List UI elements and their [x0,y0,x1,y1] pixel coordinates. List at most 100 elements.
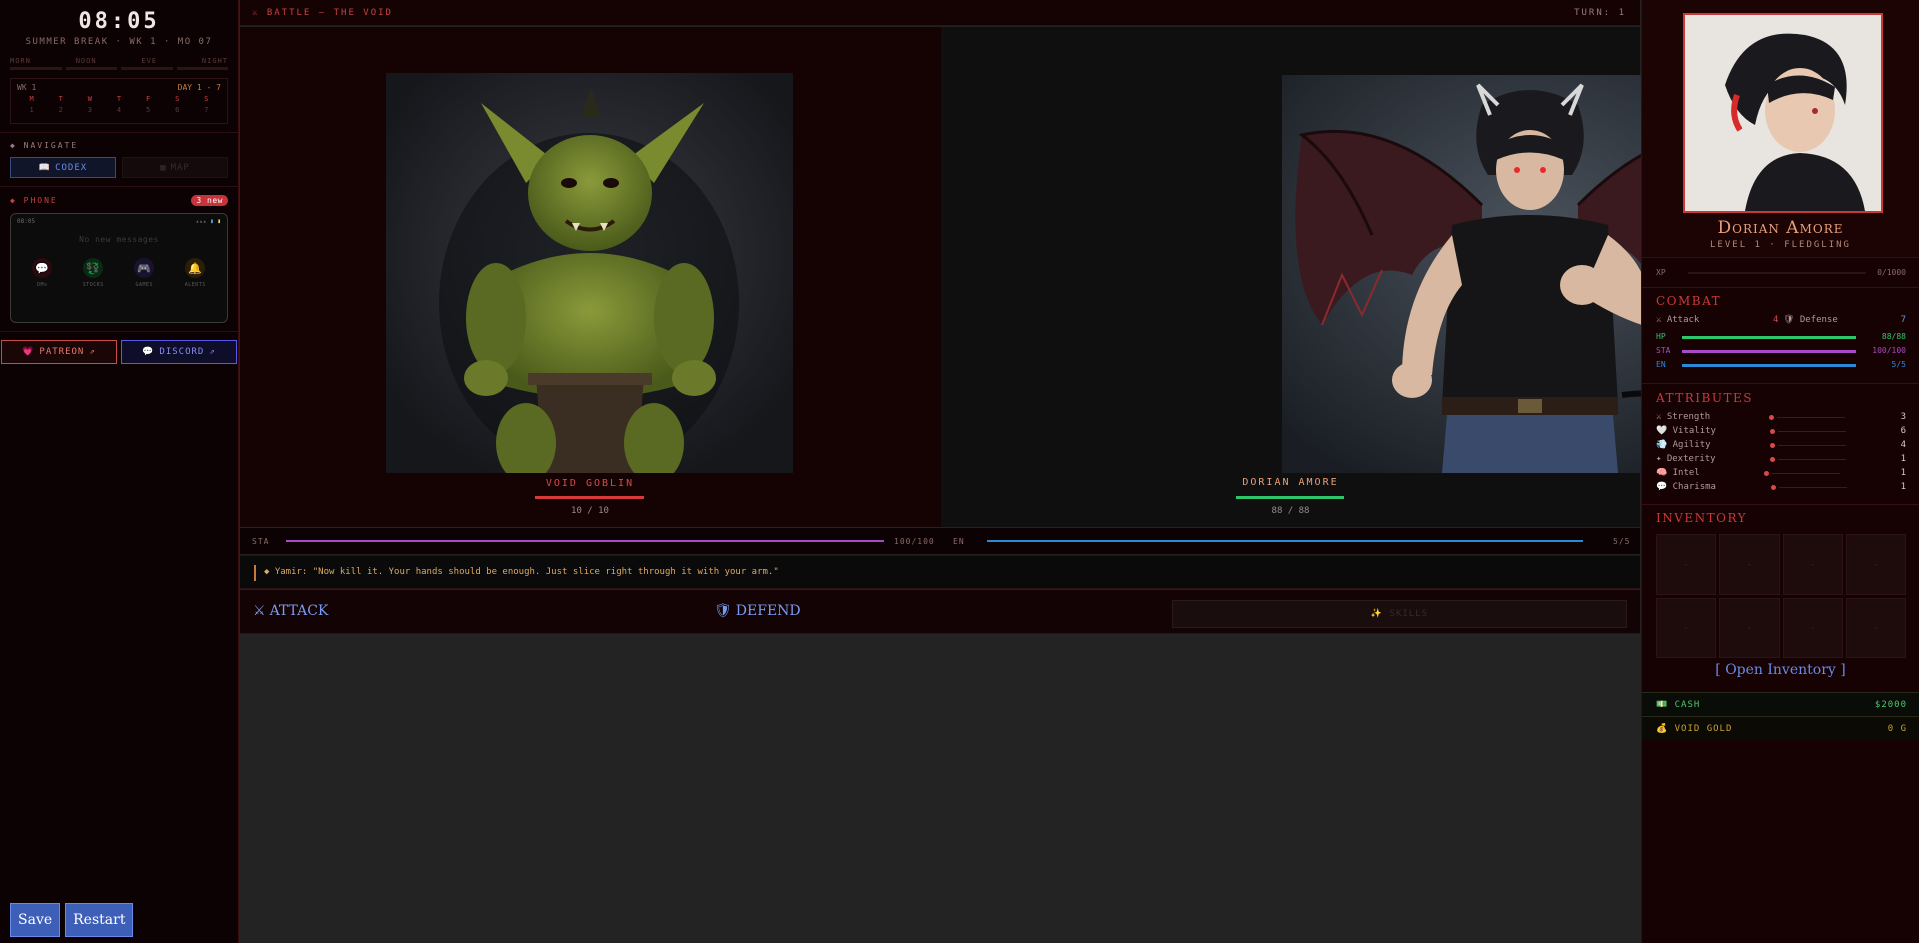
inventory-slot[interactable]: - [1782,534,1843,595]
app-alerts[interactable]: 🔔 ALERTS [185,258,206,288]
patreon-button[interactable]: 💗 PATREON ⇗ [1,340,117,364]
weekday: S [175,95,180,103]
inventory-slot[interactable]: - [1845,597,1906,658]
phone-statusbar: 08:05 ▴▴▴ ▮ ▮ [17,218,221,225]
attribute-track [1778,445,1846,446]
battle-panel: ⚔ BATTLE — THE VOID TURN: 1 VOID GOBLIN … [240,0,1778,943]
attribute-value: 1 [1900,468,1906,478]
day-num: 2 [58,106,63,114]
app-stocks[interactable]: 💱 STOCKS [83,258,104,288]
attribute-dot [1771,485,1776,490]
clock-subtitle: SUMMER BREAK · WK 1 · MO 07 [25,37,213,47]
cash-row: 💵 CASH $2000 [1642,692,1919,715]
phone-time: 08:05 [17,218,36,225]
enemy-portrait[interactable] [386,73,793,473]
attribute-value: 1 [1900,482,1906,492]
battery-icon: ▮ [217,218,221,225]
save-button[interactable]: Save [10,903,61,937]
inventory-slot[interactable]: - [1719,534,1780,595]
phone-widget[interactable]: 08:05 ▴▴▴ ▮ ▮ No new messages 💬 DMs 💱 ST… [10,213,228,323]
game-buttons: Save Restart [10,903,134,937]
app-games[interactable]: 🎮 GAMES [134,258,155,288]
swords-icon: ⚔ [253,603,266,619]
inventory-slot[interactable]: - [1656,534,1717,595]
sta-bar [286,540,884,542]
map-button[interactable]: ▦ MAP [122,157,228,178]
attribute-track [1772,473,1840,474]
right-sidebar: Dorian Amore LEVEL 1 · FLEDGLING XP 0/10… [1641,0,1919,943]
day-num: 3 [87,106,92,114]
attributes-heading: ATTRIBUTES [1656,391,1753,405]
player-hp-text: 88 / 88 [1271,506,1310,516]
skills-button[interactable]: ✨ SKILLS [1172,600,1627,628]
void-gold-row: 💰 VOID GOLD 0 G [1642,716,1919,739]
shield-icon: 🛡 [714,603,732,619]
attribute-track [1778,459,1846,460]
open-inventory-link[interactable]: [ Open Inventory ] [1642,662,1919,678]
profile-portrait[interactable] [1683,13,1883,213]
player-panel: DORIAN AMORE 88 / 88 [941,27,1778,527]
discord-button[interactable]: 💬 DISCORD ⇗ [121,340,237,364]
attack-button[interactable]: ⚔ ATTACK [253,603,328,619]
combat-bar-track [1682,350,1856,353]
inventory-heading: INVENTORY [1656,511,1748,525]
attack-defense-row: ⚔ Attack 4 🛡 Defense 7 [1656,315,1906,325]
heart-icon: 💗 [22,347,35,357]
tod-noon: NOON [75,57,97,65]
discord-label: DISCORD [159,347,205,357]
en-label: EN [953,537,965,546]
xp-row: XP 0/1000 [1656,268,1906,277]
attribute-value: 4 [1900,440,1906,450]
app-dms[interactable]: 💬 DMs [32,258,53,288]
codex-button[interactable]: 📖 CODEX [10,157,116,178]
combat-bar-value: 100/100 [1872,346,1906,355]
attribute-dot [1769,415,1774,420]
attack-label: ATTACK [269,603,329,619]
enemy-hp-text: 10 / 10 [571,506,609,516]
codex-label: CODEX [55,162,88,173]
attribute-label: 🧠 Intel [1656,468,1700,478]
attack-stat-label: ⚔ Attack [1656,315,1700,325]
defense-stat-value: 7 [1900,315,1906,325]
weekday: F [146,95,151,103]
attribute-label: ⚔ Strength [1656,412,1711,422]
defend-button[interactable]: 🛡 DEFEND [714,603,801,619]
attribute-label: ✦ Dexterity [1656,454,1716,464]
combat-bar-row: STA 100/100 [1656,346,1906,355]
attribute-dot [1770,443,1775,448]
resource-bars: STA 100/100 EN 5/5 [240,528,1640,554]
dialog-box: ◆ Yamir: "Now kill it. Your hands should… [240,555,1640,589]
battle-header: ⚔ BATTLE — THE VOID TURN: 1 [240,0,1640,26]
map-icon: ▦ [160,162,167,173]
combat-bar-fill [1682,364,1856,367]
weekday: T [58,95,63,103]
time-of-day-bars [0,67,238,70]
void-gold-label: 💰 VOID GOLD [1656,724,1733,734]
weekday: W [87,95,92,103]
restart-button[interactable]: Restart [65,903,134,937]
profile-header: Dorian Amore LEVEL 1 · FLEDGLING [1642,0,1919,258]
app-label: DMs [36,282,48,288]
week-nums: 1 2 3 4 5 6 7 [17,106,221,114]
day-num: 1 [29,106,34,114]
profile-level: LEVEL 1 · FLEDGLING [1710,240,1851,250]
inventory-slot[interactable]: - [1782,597,1843,658]
phone-heading: ◆ PHONE 3 new [0,195,238,206]
social-links: 💗 PATREON ⇗ 💬 DISCORD ⇗ [0,340,238,364]
combat-bar-value: 5/5 [1891,360,1906,369]
inventory-slot[interactable]: - [1845,534,1906,595]
tod-bar [65,67,117,70]
dialog-text: ◆ Yamir: "Now kill it. Your hands should… [264,567,779,577]
weekday: M [29,95,34,103]
attribute-dot [1770,457,1775,462]
tod-bar [121,67,173,70]
inventory-slot[interactable]: - [1719,597,1780,658]
inventory-slot[interactable]: - [1656,597,1717,658]
combat-bar-fill [1682,350,1856,353]
void-gold-value: 0 G [1887,724,1907,734]
weekday: S [204,95,209,103]
defend-label: DEFEND [735,603,801,619]
combat-bar-fill [1682,336,1856,339]
combat-bar-track [1682,364,1856,367]
tod-bar [176,67,228,70]
